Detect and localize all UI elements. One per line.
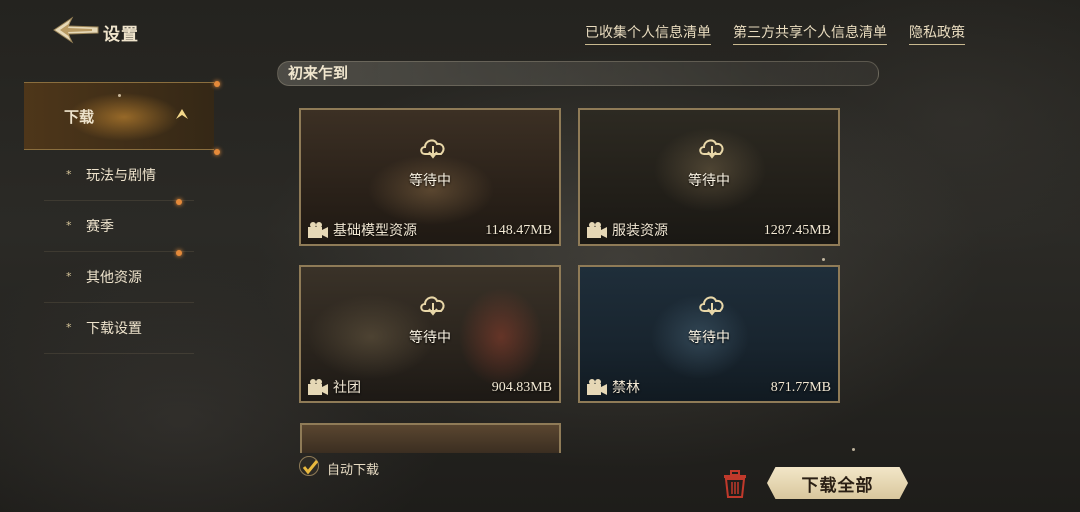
card-name: 禁林 bbox=[612, 380, 640, 396]
resource-card-costumes[interactable]: 等待中 服装资源 1287.45MB bbox=[578, 108, 840, 246]
collected-info-link[interactable]: 已收集个人信息清单 bbox=[585, 22, 711, 45]
resource-card-club[interactable]: 等待中 社团 904.83MB bbox=[299, 265, 561, 403]
sidebar-item-label: 其他资源 bbox=[86, 270, 142, 286]
sidebar-item-label: 下载设置 bbox=[86, 321, 142, 337]
trash-icon[interactable] bbox=[722, 470, 748, 498]
card-size: 1287.45MB bbox=[763, 223, 831, 238]
camera-icon bbox=[308, 222, 328, 238]
card-name: 基础模型资源 bbox=[333, 223, 417, 239]
sidebar-item-label: 下载 bbox=[64, 107, 95, 126]
camera-icon bbox=[308, 379, 328, 395]
camera-icon bbox=[587, 379, 607, 395]
sidebar-item-season[interactable]: * 赛季 bbox=[44, 201, 194, 256]
decor-sparkle bbox=[118, 94, 121, 97]
decor-dot bbox=[214, 81, 220, 87]
sidebar-item-download-settings[interactable]: * 下载设置 bbox=[44, 303, 194, 354]
star-marker-icon: * bbox=[66, 321, 72, 334]
card-size: 904.83MB bbox=[491, 380, 552, 395]
card-size: 1148.47MB bbox=[485, 223, 552, 238]
back-arrow-icon[interactable] bbox=[52, 14, 100, 46]
download-cloud-icon bbox=[420, 296, 445, 316]
card-name-row: 基础模型资源 bbox=[307, 220, 417, 240]
checkmark-icon bbox=[302, 460, 319, 475]
star-marker-icon: * bbox=[66, 168, 72, 181]
sidebar-item-label: 玩法与剧情 bbox=[86, 168, 156, 184]
download-all-button[interactable]: 下载全部 bbox=[767, 467, 908, 499]
download-cloud-icon bbox=[699, 296, 724, 316]
top-links: 已收集个人信息清单 第三方共享个人信息清单 隐私政策 bbox=[585, 22, 965, 45]
third-party-info-link[interactable]: 第三方共享个人信息清单 bbox=[733, 22, 887, 45]
download-cloud-icon bbox=[420, 139, 445, 159]
card-name: 社团 bbox=[333, 380, 361, 396]
auto-download-checkbox[interactable] bbox=[299, 456, 319, 476]
sidebar-item-download[interactable]: 下载 bbox=[24, 81, 220, 155]
privacy-policy-link[interactable]: 隐私政策 bbox=[909, 22, 965, 45]
collapse-arrow-icon bbox=[176, 109, 188, 119]
card-name-row: 禁林 bbox=[586, 377, 640, 397]
download-status: 等待中 bbox=[409, 330, 451, 346]
card-name-row: 社团 bbox=[307, 377, 361, 397]
page-title: 设置 bbox=[103, 25, 139, 45]
sidebar-item-gameplay-story[interactable]: * 玩法与剧情 bbox=[44, 150, 194, 205]
card-name: 服装资源 bbox=[612, 223, 668, 239]
section-title: 初来乍到 bbox=[277, 61, 879, 86]
auto-download-label: 自动下载 bbox=[327, 463, 380, 478]
decor-sparkle bbox=[822, 258, 825, 261]
sidebar: 下载 * 玩法与剧情 * 赛季 * 其他资源 * 下载设置 bbox=[24, 81, 220, 354]
decor-dot bbox=[214, 149, 220, 155]
resource-card-forbidden-forest[interactable]: 等待中 禁林 871.77MB bbox=[578, 265, 840, 403]
download-status: 等待中 bbox=[409, 173, 451, 189]
star-marker-icon: * bbox=[66, 219, 72, 232]
sidebar-item-other-resources[interactable]: * 其他资源 bbox=[44, 252, 194, 303]
decor-sparkle bbox=[852, 448, 855, 451]
card-size: 871.77MB bbox=[770, 380, 831, 395]
star-marker-icon: * bbox=[66, 270, 72, 283]
resource-card-base-models[interactable]: 等待中 基础模型资源 1148.47MB bbox=[299, 108, 561, 246]
download-status: 等待中 bbox=[688, 330, 730, 346]
resource-card-partial[interactable] bbox=[300, 423, 561, 453]
camera-icon bbox=[587, 222, 607, 238]
download-cloud-icon bbox=[699, 139, 724, 159]
sidebar-item-label: 赛季 bbox=[86, 219, 114, 235]
card-name-row: 服装资源 bbox=[586, 220, 668, 240]
download-status: 等待中 bbox=[688, 173, 730, 189]
